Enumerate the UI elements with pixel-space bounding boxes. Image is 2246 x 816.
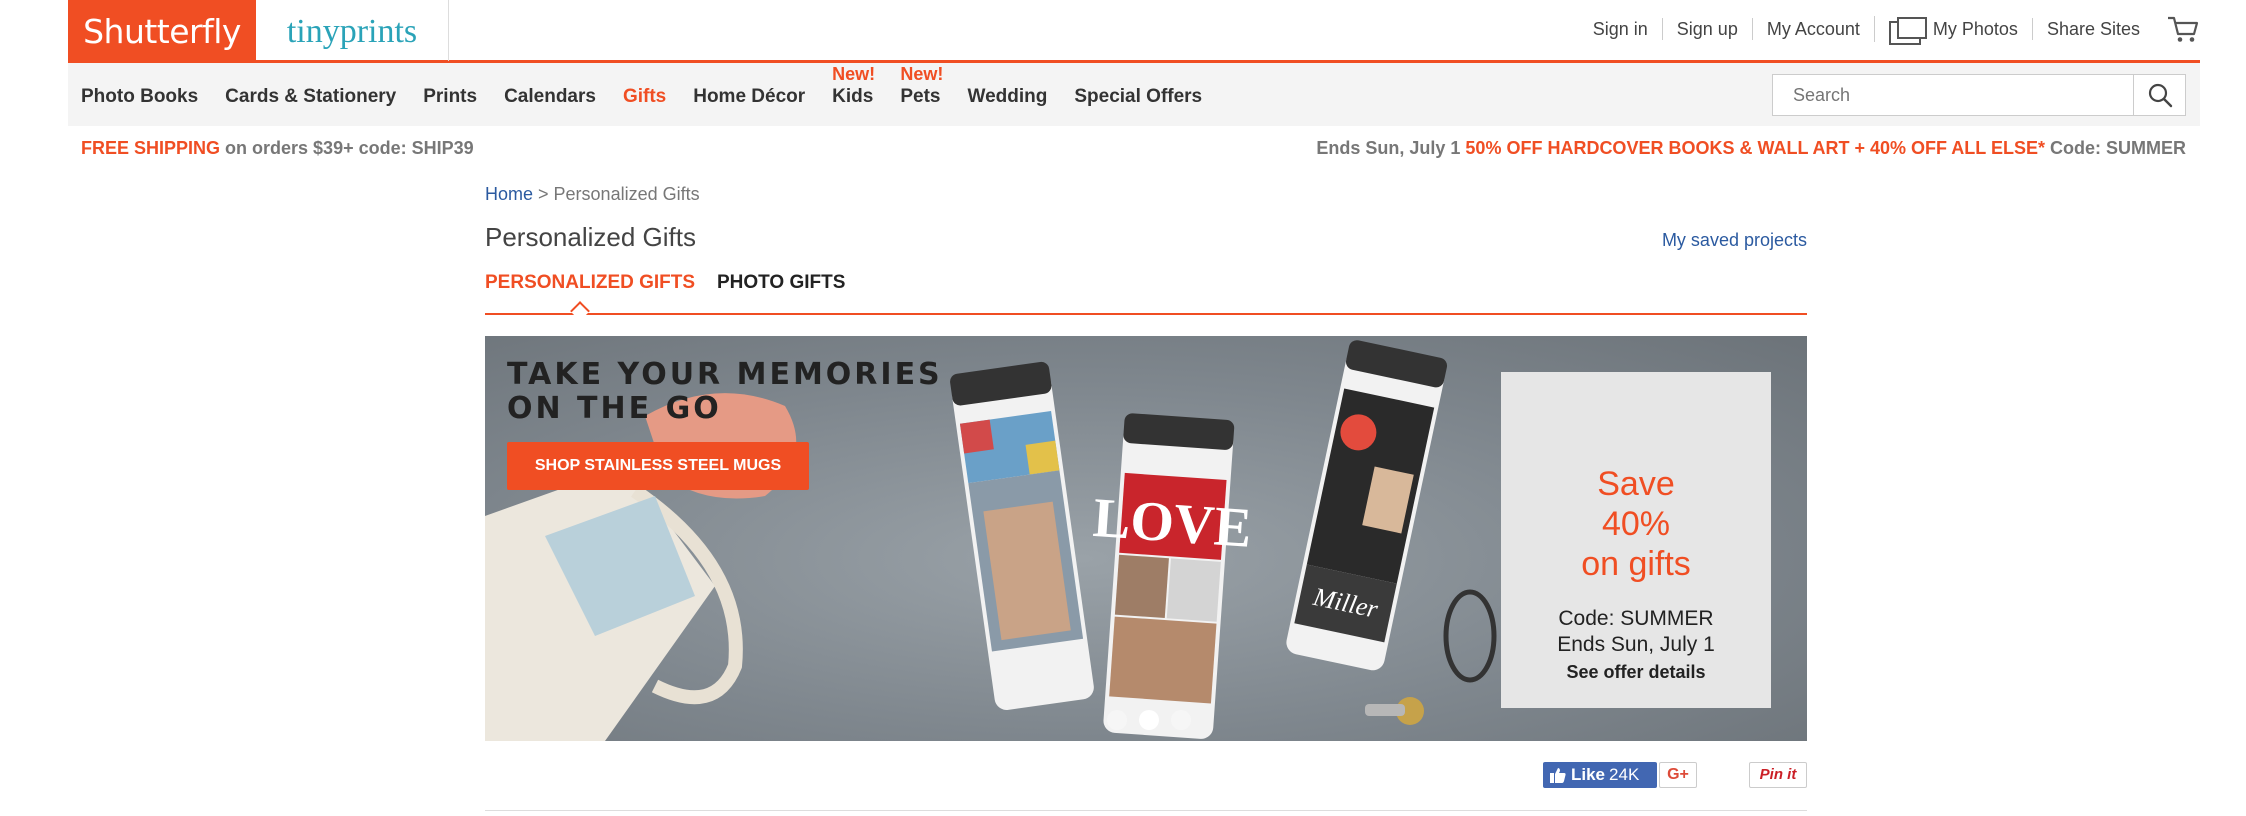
nav-item-special-offers[interactable]: Special Offers bbox=[1074, 86, 1202, 108]
breadcrumb-current: Personalized Gifts bbox=[553, 184, 700, 204]
nav-item-home-d-cor[interactable]: Home Décor bbox=[693, 86, 805, 108]
my-photos-link[interactable]: My Photos bbox=[1873, 16, 2032, 45]
sign-up-link[interactable]: Sign up bbox=[1661, 18, 1752, 40]
free-shipping-text: on orders $39+ code: SHIP39 bbox=[220, 138, 474, 158]
nav-item-pets[interactable]: New! Pets bbox=[900, 64, 943, 108]
pinterest-button[interactable]: Pin it bbox=[1749, 762, 1807, 788]
thumbs-up-icon bbox=[1550, 768, 1566, 783]
new-badge: New! bbox=[832, 64, 876, 84]
main-nav: Photo Books Cards & Stationery Prints Calen… bbox=[68, 63, 2200, 126]
sale-promo[interactable]: Ends Sun, July 1 50% OFF HARDCOVER BOOKS… bbox=[1316, 138, 2186, 159]
search-box bbox=[1772, 74, 2186, 116]
nav-items: Photo Books Cards & Stationery Prints Calen… bbox=[81, 63, 1229, 126]
free-shipping-highlight: FREE SHIPPING bbox=[81, 138, 221, 158]
offer-save-text: Save 40% on gifts bbox=[1581, 465, 1691, 583]
facebook-like-label: Like bbox=[1571, 765, 1606, 784]
new-badge: New! bbox=[900, 64, 944, 84]
photos-icon bbox=[1888, 16, 1927, 45]
offer-ends: Ends Sun, July 1 bbox=[1557, 633, 1715, 656]
search-button[interactable] bbox=[2133, 75, 2185, 115]
hero-title: TAKE YOUR MEMORIES ON THE GO bbox=[507, 357, 943, 426]
nav-item-label: Calendars bbox=[504, 86, 596, 107]
breadcrumb-home[interactable]: Home bbox=[485, 184, 533, 204]
nav-item-label: Pets bbox=[900, 86, 941, 107]
carousel-dot[interactable] bbox=[1107, 710, 1127, 730]
product-grid-top bbox=[485, 810, 1807, 816]
nav-item-label: Kids bbox=[832, 86, 874, 107]
saved-projects-link[interactable]: My saved projects bbox=[1662, 230, 1807, 251]
facebook-like-count: 24K bbox=[1609, 765, 1640, 784]
nav-item-calendars[interactable]: Calendars bbox=[504, 86, 596, 108]
page-title: Personalized Gifts bbox=[485, 222, 696, 252]
search-input[interactable] bbox=[1773, 75, 2135, 115]
active-tab-caret bbox=[570, 301, 590, 321]
tinyprints-logo[interactable]: tinyprints bbox=[256, 0, 449, 61]
carousel-dot[interactable] bbox=[1171, 710, 1191, 730]
breadcrumb: Home > Personalized Gifts bbox=[485, 184, 700, 205]
category-tabs: PERSONALIZED GIFTS PHOTO GIFTS bbox=[485, 270, 1807, 321]
nav-item-gifts[interactable]: Gifts bbox=[623, 86, 666, 108]
cart-icon[interactable] bbox=[2166, 14, 2200, 44]
nav-item-wedding[interactable]: Wedding bbox=[967, 86, 1047, 108]
carousel-dots bbox=[1107, 710, 1191, 730]
search-icon bbox=[2148, 83, 2172, 108]
shop-mugs-button[interactable]: SHOP STAINLESS STEEL MUGS bbox=[507, 442, 809, 490]
share-sites-link[interactable]: Share Sites bbox=[2031, 18, 2154, 40]
account-links: Sign in Sign up My Account My Photos Sha… bbox=[1579, 0, 2200, 58]
top-bar: Shutterfly tinyprints Sign in Sign up My… bbox=[68, 0, 2200, 63]
nav-item-kids[interactable]: New! Kids bbox=[832, 64, 875, 108]
facebook-like-button[interactable]: Like 24K bbox=[1543, 762, 1657, 788]
sale-ends: Ends Sun, July 1 bbox=[1316, 138, 1466, 158]
my-account-link[interactable]: My Account bbox=[1751, 18, 1874, 40]
tab-photo-gifts[interactable]: PHOTO GIFTS bbox=[717, 272, 845, 294]
nav-item-label: Special Offers bbox=[1074, 86, 1203, 107]
hero-banner[interactable]: LOVE Miller TAKE YOUR MEMORIES ON THE GO… bbox=[485, 336, 1807, 741]
promo-strip: FREE SHIPPING on orders $39+ code: SHIP3… bbox=[68, 126, 2200, 164]
sign-in-link[interactable]: Sign in bbox=[1579, 18, 1662, 40]
nav-item-label: Photo Books bbox=[81, 86, 199, 107]
nav-item-label: Wedding bbox=[967, 86, 1048, 107]
nav-item-label: Home Décor bbox=[693, 86, 806, 107]
offer-code: Code: SUMMER bbox=[1558, 607, 1714, 630]
offer-details-link[interactable]: See offer details bbox=[1501, 662, 1771, 683]
free-shipping-promo[interactable]: FREE SHIPPING on orders $39+ code: SHIP3… bbox=[81, 138, 474, 159]
breadcrumb-separator: > bbox=[533, 184, 554, 204]
my-photos-label: My Photos bbox=[1932, 19, 2018, 39]
offer-panel: Save 40% on gifts Code: SUMMER Ends Sun,… bbox=[1501, 372, 1771, 708]
shutterfly-logo[interactable]: Shutterfly bbox=[68, 0, 256, 63]
tab-personalized-gifts[interactable]: PERSONALIZED GIFTS bbox=[485, 272, 695, 294]
mug-love-text: LOVE bbox=[1091, 487, 1254, 560]
carousel-dot[interactable] bbox=[1139, 710, 1159, 730]
google-plus-button[interactable]: G+ bbox=[1659, 762, 1697, 788]
nav-item-label: Prints bbox=[423, 86, 478, 107]
nav-item-label: Cards & Stationery bbox=[225, 86, 397, 107]
sale-code: Code: SUMMER bbox=[2045, 138, 2186, 158]
nav-item-prints[interactable]: Prints bbox=[423, 86, 477, 108]
nav-item-label: Gifts bbox=[622, 86, 667, 107]
nav-item-photo-books[interactable]: Photo Books bbox=[81, 86, 198, 108]
nav-item-cards-stationery[interactable]: Cards & Stationery bbox=[225, 86, 396, 108]
page-wrapper: Shutterfly tinyprints Sign in Sign up My… bbox=[68, 0, 2200, 164]
sale-highlight: 50% OFF HARDCOVER BOOKS & WALL ART + 40%… bbox=[1465, 138, 2045, 158]
